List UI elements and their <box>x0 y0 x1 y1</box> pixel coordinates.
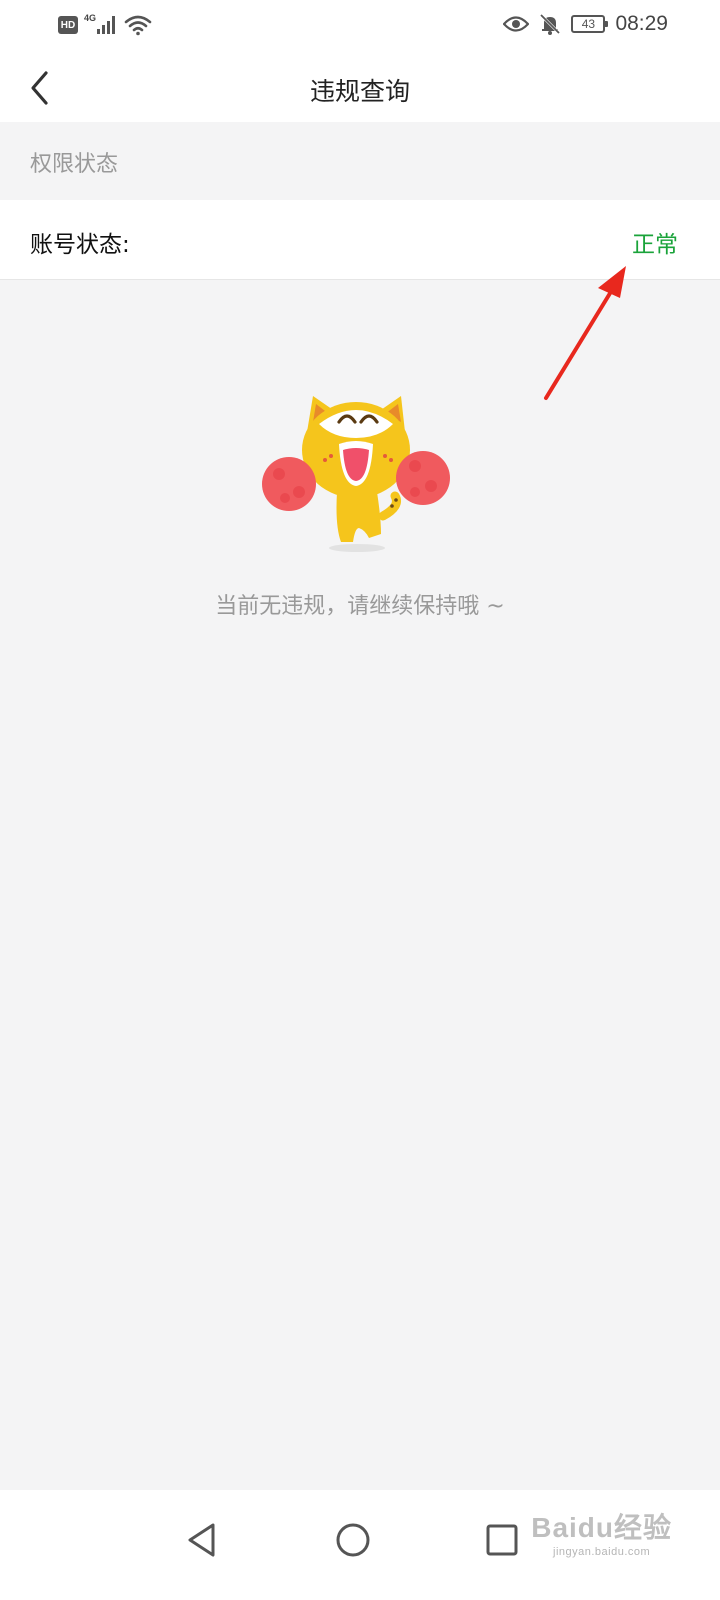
home-circle-icon <box>336 1523 370 1557</box>
signal-icon <box>97 16 116 34</box>
account-status-label: 账号状态: <box>30 232 130 258</box>
battery-icon: 43 <box>571 15 609 33</box>
cheering-cat-mascot <box>262 396 450 552</box>
red-arrow-annotation <box>544 266 626 400</box>
mute-bell-icon <box>540 13 561 35</box>
status-left: HD 4G <box>58 13 152 36</box>
eye-icon <box>503 16 530 32</box>
status-right: 43 08:29 <box>503 12 668 36</box>
recents-square-icon <box>486 1524 518 1556</box>
back-triangle-icon <box>188 1523 215 1557</box>
watermark-brand: Baidu经验 <box>531 1512 672 1543</box>
hd-badge: HD <box>58 16 78 34</box>
wifi-icon <box>124 15 152 36</box>
empty-state-message: 当前无违规，请继续保持哦 ~ <box>215 594 505 619</box>
nav-recents-button[interactable] <box>472 1510 532 1570</box>
section-label-permissions: 权限状态 <box>30 152 119 177</box>
battery-level: 43 <box>581 17 596 31</box>
page-title: 违规查询 <box>309 77 410 106</box>
clock: 08:29 <box>615 12 668 35</box>
nav-back-button[interactable] <box>172 1510 232 1570</box>
baidu-jingyan-watermark: Baidu经验 jingyan.baidu.com <box>531 1506 672 1558</box>
network-type: 4G <box>84 13 97 23</box>
watermark-url: jingyan.baidu.com <box>553 1546 651 1558</box>
account-status-value: 正常 <box>632 232 678 258</box>
status-bar: HD 4G 43 08:29 <box>0 0 720 54</box>
app-header: 违规查询 <box>0 54 720 122</box>
nav-home-button[interactable] <box>323 1510 383 1570</box>
